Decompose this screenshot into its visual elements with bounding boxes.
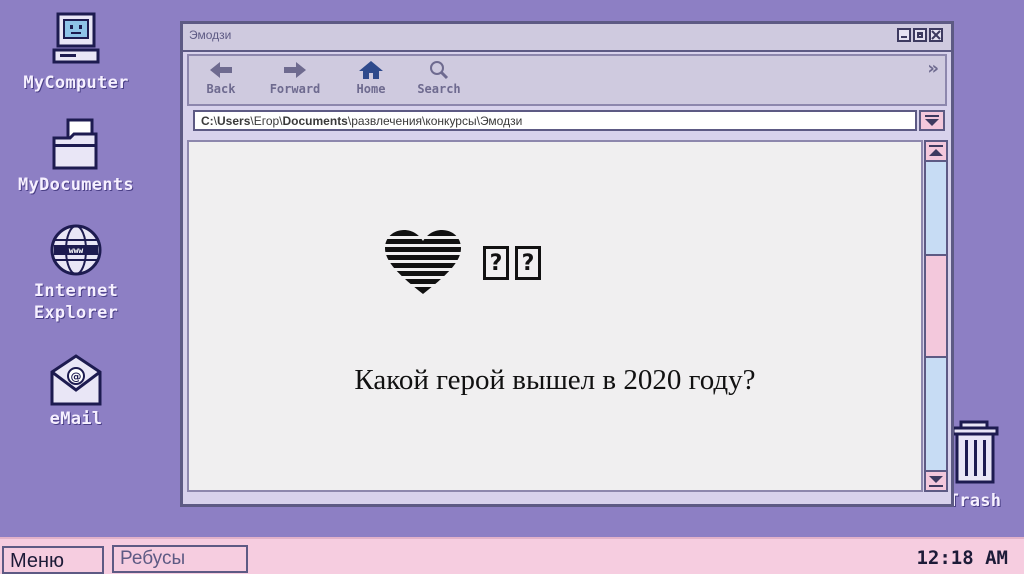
chevron-down-icon <box>925 115 939 126</box>
home-icon <box>359 61 383 79</box>
arrow-down-icon <box>929 476 943 487</box>
desktop-icon-email[interactable]: @ eMail <box>0 352 152 430</box>
striped-heart-icon <box>385 230 461 294</box>
home-button[interactable]: Home <box>341 60 401 96</box>
close-icon <box>931 30 941 40</box>
emoji-rebus: ? ? <box>385 230 541 296</box>
forward-label: Forward <box>269 82 321 96</box>
desktop-icon-label: Internet Explorer <box>33 281 119 323</box>
clock: 12:18 AM <box>916 547 1008 569</box>
taskbar: Меню Ребусы 12:18 AM <box>0 537 1024 574</box>
content-pane: ? ? Какой герой вышел в 2020 году? <box>187 140 923 492</box>
desktop-icon-internet-explorer[interactable]: www Internet Explorer <box>0 222 152 324</box>
address-segment: \развлечения\конкурсы\Эмодзи <box>347 114 523 128</box>
desktop-icon-label: MyDocuments <box>18 175 134 195</box>
address-segment: Users <box>217 114 251 128</box>
start-menu-button[interactable]: Меню <box>2 546 104 574</box>
mail-icon: @ <box>50 354 102 406</box>
trash-icon <box>951 420 999 484</box>
desktop-icon-label: eMail <box>49 409 103 429</box>
missing-glyph-box: ? <box>483 246 509 280</box>
home-label: Home <box>356 82 386 96</box>
forward-arrow-icon <box>284 62 306 78</box>
desktop-icon-mydocuments[interactable]: MyDocuments <box>0 116 152 196</box>
minimize-button[interactable] <box>897 28 911 42</box>
forward-button[interactable]: Forward <box>265 60 325 96</box>
search-label: Search <box>417 82 461 96</box>
question-text: Какой герой вышел в 2020 году? <box>354 364 756 396</box>
search-icon <box>430 61 449 80</box>
globe-icon: www <box>50 224 102 276</box>
desktop-icon-label: MyComputer <box>23 73 129 93</box>
maximize-button[interactable] <box>913 28 927 42</box>
missing-glyph-pair: ? ? <box>483 246 541 280</box>
computer-icon <box>52 12 100 64</box>
back-arrow-icon <box>210 62 232 78</box>
svg-text:www: www <box>69 246 84 255</box>
address-dropdown-button[interactable] <box>919 110 945 131</box>
window-titlebar[interactable]: Эмодзи <box>183 24 951 52</box>
navigation-toolbar: Back Forward Home Search » <box>187 54 947 106</box>
explorer-window: Эмодзи Back Forward Home Search » C:\Use… <box>180 21 954 507</box>
chevron-more-icon[interactable]: » <box>927 58 939 79</box>
desktop-icon-mycomputer[interactable]: MyComputer <box>0 12 152 94</box>
folder-icon <box>52 118 98 170</box>
back-button[interactable]: Back <box>191 60 251 96</box>
address-segment: \Егор\ <box>250 114 283 128</box>
address-segment: C: <box>201 114 214 128</box>
missing-glyph-box: ? <box>515 246 541 280</box>
search-button[interactable]: Search <box>409 60 469 96</box>
svg-text:@: @ <box>71 370 82 383</box>
window-controls <box>897 28 943 42</box>
arrow-up-icon <box>929 145 943 156</box>
window-title: Эмодзи <box>189 28 232 42</box>
taskbar-item-rebusy[interactable]: Ребусы <box>112 545 248 573</box>
scroll-thumb[interactable] <box>926 254 946 358</box>
close-button[interactable] <box>929 28 943 42</box>
vertical-scrollbar[interactable] <box>924 140 948 492</box>
address-segment: Documents <box>282 114 348 128</box>
scroll-up-button[interactable] <box>926 142 946 162</box>
back-label: Back <box>206 82 236 96</box>
scroll-down-button[interactable] <box>926 470 946 490</box>
address-bar[interactable]: C:\Users\Егор\Documents\развлечения\конк… <box>193 110 917 131</box>
